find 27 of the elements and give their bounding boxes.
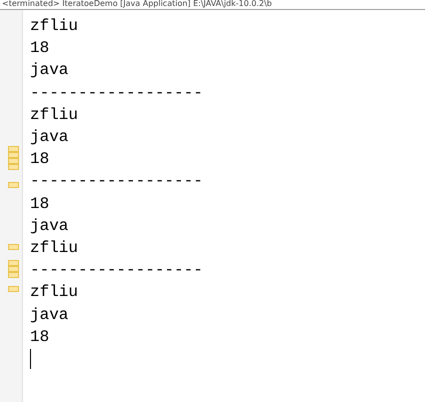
console-line: 18 bbox=[30, 326, 50, 348]
annotation-marker-icon[interactable] bbox=[8, 286, 19, 292]
console-line: ------------------ bbox=[30, 260, 203, 282]
console-line: ------------------ bbox=[30, 82, 203, 104]
console-line: zfliu bbox=[30, 282, 78, 304]
annotation-marker-icon[interactable] bbox=[8, 272, 19, 278]
console-line: ------------------ bbox=[30, 171, 203, 192]
annotation-marker-icon[interactable] bbox=[8, 182, 19, 188]
console-line: zfliu bbox=[30, 104, 78, 126]
text-cursor bbox=[30, 349, 31, 370]
console-line: java bbox=[30, 216, 68, 237]
annotation-marker-icon[interactable] bbox=[8, 146, 19, 152]
console-line: java bbox=[30, 60, 68, 82]
annotation-marker-icon[interactable] bbox=[8, 158, 19, 164]
console-line: 18 bbox=[30, 149, 50, 170]
console-line: 18 bbox=[30, 194, 50, 215]
console-line: zfliu bbox=[30, 238, 78, 260]
console-line: java bbox=[30, 127, 68, 148]
annotation-marker-icon[interactable] bbox=[8, 266, 19, 272]
annotation-marker-icon[interactable] bbox=[8, 244, 19, 250]
annotation-marker-icon[interactable] bbox=[8, 152, 19, 158]
annotation-marker-icon[interactable] bbox=[8, 260, 19, 266]
console-line: zfliu bbox=[30, 16, 78, 37]
annotation-marker-icon[interactable] bbox=[8, 164, 19, 170]
console-line: 18 bbox=[30, 38, 50, 60]
console-line: java bbox=[30, 304, 68, 326]
console-title: <terminated> IteratoeDemo [Java Application] E:\JAVA\jdk-10.0.2\b bbox=[0, 0, 425, 10]
